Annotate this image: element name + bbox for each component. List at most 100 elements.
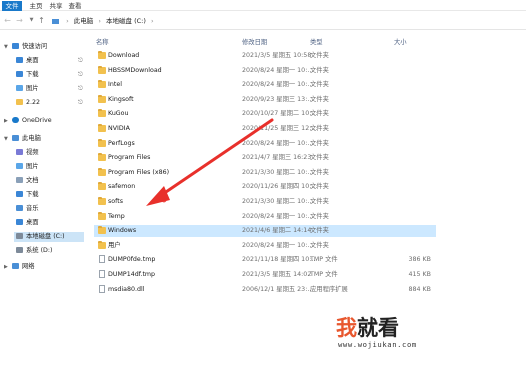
folder-row[interactable]: HBSSMDownload 2020/8/24 星期一 10:... 文件夹 [94,65,436,77]
file-date: 2020/8/24 星期一 10:... [242,241,314,249]
document-icon [16,177,23,183]
address-bar: ← → ▼ ↑ › 此电脑 › 本地磁盘 (C:) › [0,12,526,30]
folder-row[interactable]: Intel 2020/8/24 星期一 10:... 文件夹 [94,79,436,91]
drive-icon [16,233,23,239]
sidebar-item-videos[interactable]: 视频 [16,148,39,158]
sidebar-label: 音乐 [26,205,39,212]
folder-row[interactable]: NVIDIA 2020/11/25 星期三 12:... 文件夹 [94,123,436,135]
file-date: 2021/4/7 星期三 16:23 [242,154,312,162]
file-size [386,168,431,178]
file-type: TMP 文件 [310,256,338,264]
tab-view[interactable]: 查看 [67,1,83,11]
folder-row[interactable]: Temp 2020/8/24 星期一 10:... 文件夹 [94,211,436,223]
sidebar-label: 2.22 [26,99,41,106]
file-row[interactable]: DUMP0fde.tmp 2021/11/18 星期四 10:... TMP 文件 3… [94,254,436,266]
pin-icon[interactable]: ⎋ [78,71,83,79]
sidebar-label: 文档 [26,177,39,184]
tab-file[interactable]: 文件 [2,1,22,11]
sidebar-label: 本地磁盘 (C:) [26,233,65,240]
file-type: 应用程序扩展 [310,285,348,293]
column-header-type[interactable]: 类型 [310,37,323,46]
sidebar-item-pictures[interactable]: 图片 [16,84,39,94]
back-arrow-icon[interactable]: ← [2,15,13,26]
file-date: 2021/4/6 星期二 14:14 [242,227,312,235]
sidebar-quick-access[interactable]: 快速访问 [12,42,47,52]
download-icon [16,191,23,197]
expand-chevron-icon[interactable]: ▼ [4,44,8,50]
folder-row[interactable]: safemon 2020/11/26 星期四 10:... 文件夹 [94,181,436,193]
file-date: 2020/8/24 星期一 10:... [242,139,314,147]
sidebar-item-pc-pictures[interactable]: 图片 [16,162,39,172]
file-type: 文件夹 [310,227,329,235]
file-size [386,197,431,207]
file-row[interactable]: msdia80.dll 2006/12/1 星期五 23:... 应用程序扩展 884… [94,284,436,296]
file-type: 文件夹 [310,66,329,74]
sidebar-item-documents[interactable]: 文档 [16,176,39,186]
sidebar-network[interactable]: 网络 [12,262,35,272]
breadcrumb-separator-icon: › [98,17,101,25]
breadcrumb-this-pc[interactable]: 此电脑 [74,17,94,25]
tab-home[interactable]: 主页 [28,1,44,11]
file-name: Kingsoft [108,95,134,103]
pin-icon[interactable]: ⎋ [78,57,83,65]
folder-row[interactable]: Windows 2021/4/6 星期二 14:14 文件夹 [94,225,436,238]
folder-row[interactable]: PerfLogs 2020/8/24 星期一 10:... 文件夹 [94,138,436,150]
expand-chevron-icon[interactable]: ▼ [4,136,8,142]
folder-icon [98,153,106,162]
folder-row[interactable]: KuGou 2020/10/27 星期二 10:... 文件夹 [94,108,436,120]
folder-row[interactable]: 用户 2020/8/24 星期一 10:... 文件夹 [94,240,436,252]
pin-icon[interactable]: ⎋ [78,85,83,93]
folder-row[interactable]: Download 2021/3/5 星期五 10:58 文件夹 [94,50,436,62]
sidebar-label: 图片 [26,163,39,170]
folder-row[interactable]: Program Files (x86) 2021/3/30 星期二 10:... 文… [94,167,436,179]
sidebar-this-pc[interactable]: 此电脑 [12,134,41,144]
folder-row[interactable]: Kingsoft 2020/9/23 星期三 13:... 文件夹 [94,94,436,106]
file-size [386,139,431,149]
column-header-name[interactable]: 名称 [96,37,109,46]
file-type: 文件夹 [310,212,329,220]
sidebar-item-pc-desktop[interactable]: 桌面 [16,218,39,228]
file-type: 文件夹 [310,168,329,176]
sidebar-label: 网络 [22,263,35,270]
column-header-size[interactable]: 大小 [394,37,407,46]
forward-arrow-icon[interactable]: → [14,15,25,26]
file-name: Program Files [108,154,151,162]
file-type: 文件夹 [310,241,329,249]
file-name: PerfLogs [108,139,135,147]
file-row[interactable]: DUMP14df.tmp 2021/3/5 星期五 14:02 TMP 文件 415 … [94,269,436,281]
sidebar-item-pc-downloads[interactable]: 下载 [16,190,39,200]
file-type: 文件夹 [310,139,329,147]
sidebar-item-local-disk-c[interactable]: 本地磁盘 (C:) [14,232,84,242]
file-date: 2020/11/25 星期三 12:... [242,125,318,132]
folder-row[interactable]: softs 2021/3/30 星期二 10:... 文件夹 [94,196,436,208]
sidebar-item-system-d[interactable]: 系统 (D:) [16,246,52,256]
expand-chevron-icon[interactable]: ▶ [4,264,8,270]
column-header-date[interactable]: 修改日期 [242,37,267,46]
sidebar-label: 桌面 [26,219,39,226]
file-name: NVIDIA [108,125,130,132]
file-size [386,153,431,163]
pin-icon[interactable]: ⎋ [78,99,83,107]
file-type: 文件夹 [310,95,329,103]
breadcrumb[interactable]: › 此电脑 › 本地磁盘 (C:) › [52,15,157,27]
sidebar-item-desktop[interactable]: 桌面 [16,56,39,66]
file-type: TMP 文件 [310,271,338,278]
breadcrumb-separator-icon: › [66,17,69,25]
expand-chevron-icon[interactable]: ▶ [4,118,8,124]
breadcrumb-local-disk[interactable]: 本地磁盘 (C:) [106,17,146,25]
desktop-icon [16,57,23,63]
sidebar-onedrive[interactable]: OneDrive [12,116,52,126]
file-size [386,109,431,119]
up-arrow-icon[interactable]: ↑ [36,15,47,26]
sidebar-label: 视频 [26,149,39,156]
sidebar-label: 此电脑 [22,135,41,142]
pc-small-icon [52,18,59,24]
file-name: HBSSMDownload [108,66,162,74]
tab-share[interactable]: 共享 [48,1,64,11]
file-size: 884 KB [408,285,431,293]
sidebar-item-downloads[interactable]: 下载 [16,70,39,80]
watermark-logo-part2: 就看 [357,316,399,340]
sidebar-item-2-22[interactable]: 2.22 [16,98,40,108]
folder-row[interactable]: Program Files 2021/4/7 星期三 16:23 文件夹 [94,152,436,164]
sidebar-item-music[interactable]: 音乐 [16,204,39,214]
